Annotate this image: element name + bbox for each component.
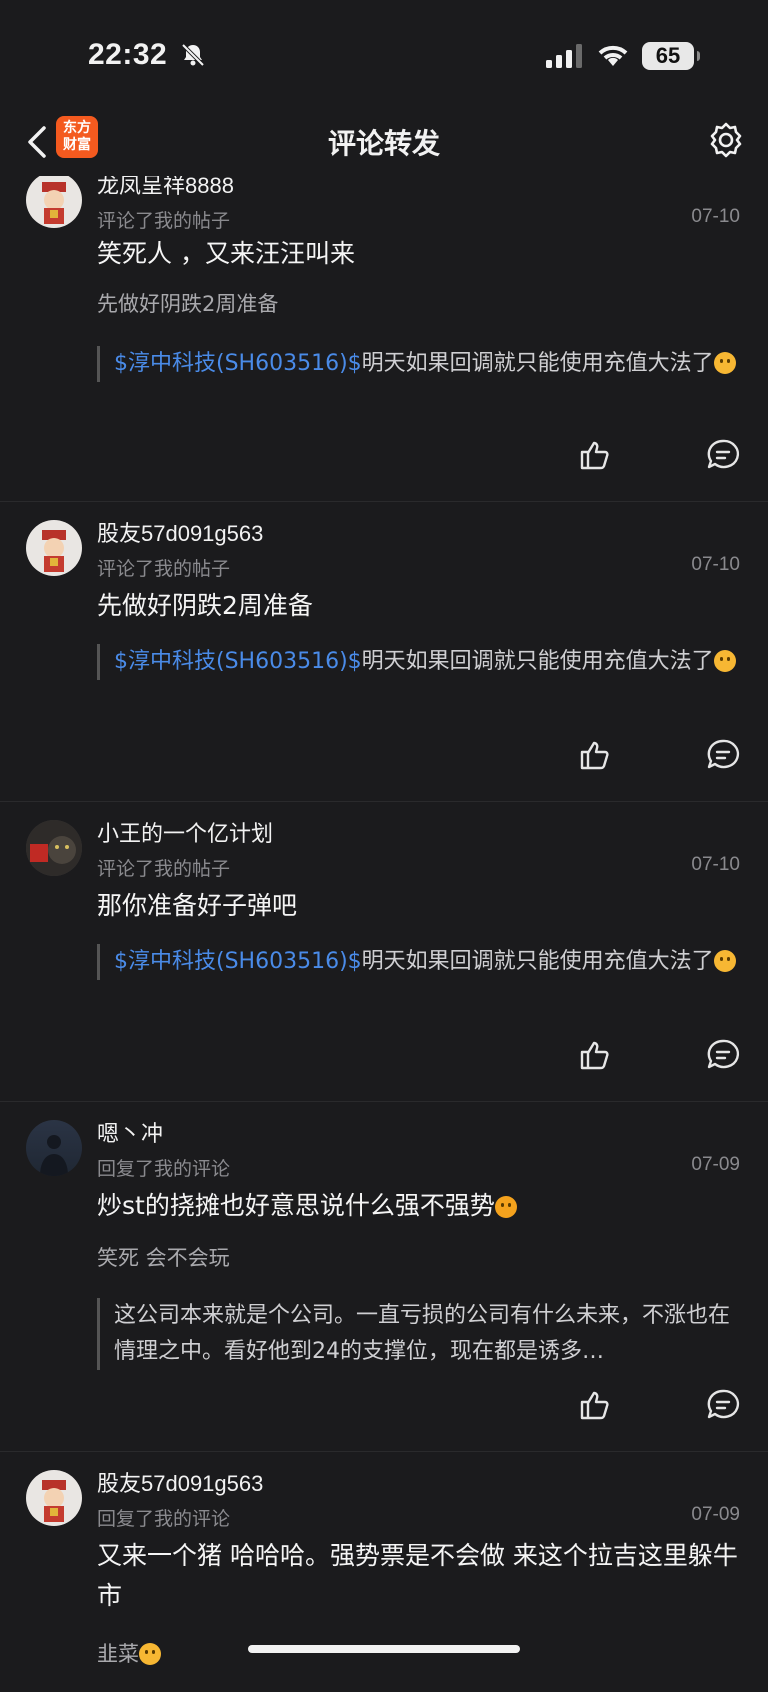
comment-icon[interactable]	[706, 1038, 740, 1072]
comment-icon[interactable]	[706, 1388, 740, 1422]
stock-link[interactable]: $淳中科技(SH603516)$	[114, 949, 362, 974]
quote-text: 明天如果回调就只能使用充值大法了	[361, 649, 714, 674]
caishen-avatar-icon	[42, 530, 66, 572]
notification-list: 龙凤呈祥8888 评论了我的帖子 07-10 笑死人 ，又来汪汪叫来 先做好阴跌…	[0, 172, 768, 1692]
nav-bar: 东方 财富 评论转发	[0, 110, 768, 176]
thumbs-up-icon[interactable]	[578, 1038, 612, 1072]
home-indicator[interactable]	[248, 1645, 520, 1653]
action-text: 回复了我的评论	[97, 1508, 231, 1530]
quoted-post[interactable]: $淳中科技(SH603516)$明天如果回调就只能使用充值大法了	[97, 944, 740, 980]
comment-text-body: 炒st的挠摊也好意思说什么强不强势	[97, 1191, 495, 1220]
bell-muted-icon	[181, 43, 205, 67]
avatar[interactable]	[26, 520, 82, 576]
list-item[interactable]: 股友57d091g563 回复了我的评论 07-09 又来一个猪 哈哈哈。强势票…	[0, 1452, 768, 1692]
date: 07-09	[691, 1504, 740, 1525]
date: 07-10	[691, 554, 740, 575]
cellular-signal-icon	[546, 44, 582, 68]
stock-link[interactable]: $淳中科技(SH603516)$	[114, 649, 362, 674]
comment-text[interactable]: 又来一个猪 哈哈哈。强势票是不会做 来这个拉吉这里躲牛市	[97, 1536, 740, 1616]
quote-text: 明天如果回调就只能使用充值大法了	[361, 949, 714, 974]
username[interactable]: 小王的一个亿计划	[97, 816, 273, 848]
smile-emoji-icon	[713, 950, 736, 972]
action-text: 回复了我的评论	[97, 1158, 231, 1180]
caishen-avatar-icon	[42, 1480, 66, 1522]
list-item[interactable]: 股友57d091g563 评论了我的帖子 07-10 先做好阴跌2周准备 $淳中…	[0, 502, 768, 802]
page-title: 评论转发	[327, 127, 440, 160]
status-time: 22:32	[88, 38, 168, 71]
thumbs-up-icon[interactable]	[578, 1388, 612, 1422]
sub-text: 笑死 会不会玩	[97, 1246, 230, 1270]
stock-link[interactable]: $淳中科技(SH603516)$	[114, 351, 362, 376]
comment-text[interactable]: 那你准备好子弹吧	[97, 886, 740, 926]
action-text: 评论了我的帖子	[97, 558, 231, 580]
action-text: 评论了我的帖子	[97, 210, 231, 232]
list-item[interactable]: 龙凤呈祥8888 评论了我的帖子 07-10 笑死人 ，又来汪汪叫来 先做好阴跌…	[0, 172, 768, 502]
date: 07-10	[691, 206, 740, 227]
list-item[interactable]: 嗯丶冲 回复了我的评论 07-09 炒st的挠摊也好意思说什么强不强势 笑死 会…	[0, 1102, 768, 1452]
status-bar: 22:32 65	[0, 0, 768, 110]
sub-text: 韭菜	[97, 1638, 161, 1668]
date: 07-10	[691, 854, 740, 875]
comment-text[interactable]: 笑死人 ，又来汪汪叫来	[97, 234, 740, 274]
username[interactable]: 嗯丶冲	[97, 1116, 163, 1148]
quoted-post[interactable]: $淳中科技(SH603516)$明天如果回调就只能使用充值大法了	[97, 644, 740, 680]
username[interactable]: 股友57d091g563	[97, 1466, 263, 1498]
caishen-avatar-icon	[42, 182, 66, 224]
quoted-post[interactable]: $淳中科技(SH603516)$明天如果回调就只能使用充值大法了	[97, 346, 740, 382]
comment-text[interactable]: 炒st的挠摊也好意思说什么强不强势	[97, 1186, 740, 1226]
person-silhouette-avatar-icon	[40, 1135, 68, 1176]
grin-emoji-icon	[139, 1643, 161, 1665]
gear-icon[interactable]	[706, 120, 746, 160]
date: 07-09	[691, 1154, 740, 1175]
comment-text[interactable]: 先做好阴跌2周准备	[97, 586, 740, 626]
laughing-emoji-icon	[494, 1196, 517, 1218]
wifi-icon	[598, 45, 628, 66]
comment-icon[interactable]	[706, 438, 740, 472]
sub-text-body: 韭菜	[97, 1642, 139, 1666]
smile-emoji-icon	[713, 650, 736, 672]
avatar[interactable]	[26, 820, 82, 876]
avatar[interactable]	[26, 1470, 82, 1526]
avatar[interactable]	[26, 172, 82, 228]
smile-emoji-icon	[713, 352, 736, 374]
thumbs-up-icon[interactable]	[578, 438, 612, 472]
username[interactable]: 股友57d091g563	[97, 516, 263, 548]
battery-indicator: 65	[642, 42, 700, 70]
avatar[interactable]	[26, 1120, 82, 1176]
action-text: 评论了我的帖子	[97, 858, 231, 880]
quote-text: 明天如果回调就只能使用充值大法了	[361, 351, 714, 376]
quoted-comment[interactable]: 这公司本来就是个公司。一直亏损的公司有什么未来，不涨也在情理之中。看好他到24的…	[97, 1298, 740, 1370]
comment-icon[interactable]	[706, 738, 740, 772]
thumbs-up-icon[interactable]	[578, 738, 612, 772]
cat-avatar-icon	[26, 820, 82, 876]
sub-text: 先做好阴跌2周准备	[97, 292, 279, 316]
list-item[interactable]: 小王的一个亿计划 评论了我的帖子 07-10 那你准备好子弹吧 $淳中科技(SH…	[0, 802, 768, 1102]
